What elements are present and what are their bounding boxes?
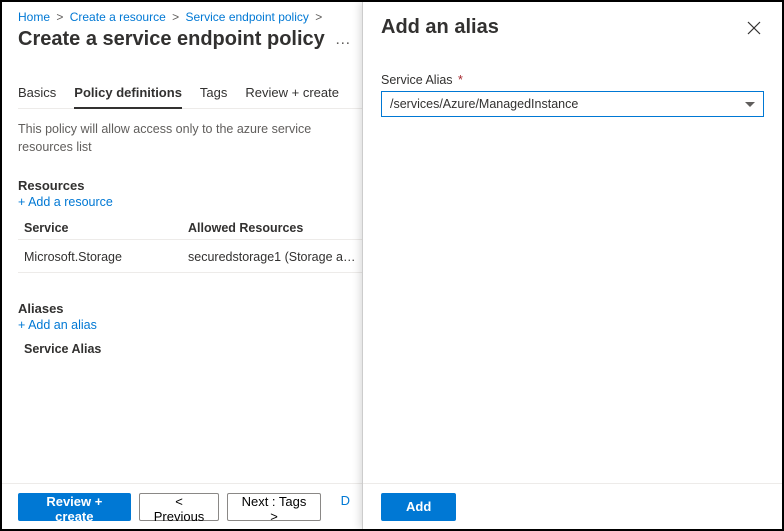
more-actions-button[interactable]: … [335, 31, 351, 49]
page-title: Create a service endpoint policy … [18, 28, 362, 51]
download-template-link[interactable]: D [329, 493, 362, 521]
tabs: Basics Policy definitions Tags Review + … [18, 79, 362, 109]
breadcrumb-home[interactable]: Home [18, 10, 50, 24]
breadcrumb: Home > Create a resource > Service endpo… [18, 10, 362, 24]
service-alias-value: /services/Azure/ManagedInstance [390, 97, 578, 111]
panel-header: Add an alias [363, 2, 782, 49]
tab-policy-definitions[interactable]: Policy definitions [74, 79, 182, 108]
tab-tags[interactable]: Tags [200, 79, 227, 108]
table-row[interactable]: Microsoft.Storage securedstorage1 (Stora… [18, 240, 362, 273]
breadcrumb-separator: > [56, 10, 63, 24]
col-header-service-alias: Service Alias [18, 342, 362, 356]
cell-service: Microsoft.Storage [18, 250, 188, 264]
add-alias-panel: Add an alias Service Alias * /services/A… [362, 2, 782, 529]
review-create-button[interactable]: Review + create [18, 493, 131, 521]
close-icon[interactable] [744, 18, 764, 38]
breadcrumb-service-endpoint-policy[interactable]: Service endpoint policy [185, 10, 308, 24]
next-button[interactable]: Next : Tags > [227, 493, 320, 521]
add-alias-link[interactable]: + Add an alias [18, 318, 97, 332]
breadcrumb-separator: > [172, 10, 179, 24]
resources-heading: Resources [18, 178, 362, 193]
resources-table-header: Service Allowed Resources [18, 217, 362, 240]
col-header-service: Service [18, 221, 188, 235]
panel-body: Service Alias * /services/Azure/ManagedI… [363, 49, 782, 483]
breadcrumb-separator: > [315, 10, 322, 24]
tab-review-create[interactable]: Review + create [245, 79, 339, 108]
add-resource-link[interactable]: + Add a resource [18, 195, 113, 209]
tab-basics[interactable]: Basics [18, 79, 56, 108]
aliases-heading: Aliases [18, 301, 362, 316]
col-header-allowed: Allowed Resources [188, 221, 362, 235]
cell-allowed: securedstorage1 (Storage a… [188, 250, 362, 264]
breadcrumb-create-resource[interactable]: Create a resource [70, 10, 166, 24]
main-footer: Review + create < Previous Next : Tags >… [2, 483, 362, 529]
previous-button[interactable]: < Previous [139, 493, 220, 521]
service-alias-label-text: Service Alias [381, 73, 453, 87]
policy-description: This policy will allow access only to th… [18, 121, 362, 156]
panel-title: Add an alias [381, 16, 499, 39]
chevron-down-icon [745, 102, 755, 107]
main-content: Home > Create a resource > Service endpo… [2, 2, 362, 529]
add-button[interactable]: Add [381, 493, 456, 521]
required-indicator: * [458, 73, 463, 87]
page-title-text: Create a service endpoint policy [18, 28, 325, 51]
panel-footer: Add [363, 483, 782, 529]
service-alias-select[interactable]: /services/Azure/ManagedInstance [381, 91, 764, 117]
service-alias-label: Service Alias * [381, 73, 764, 87]
